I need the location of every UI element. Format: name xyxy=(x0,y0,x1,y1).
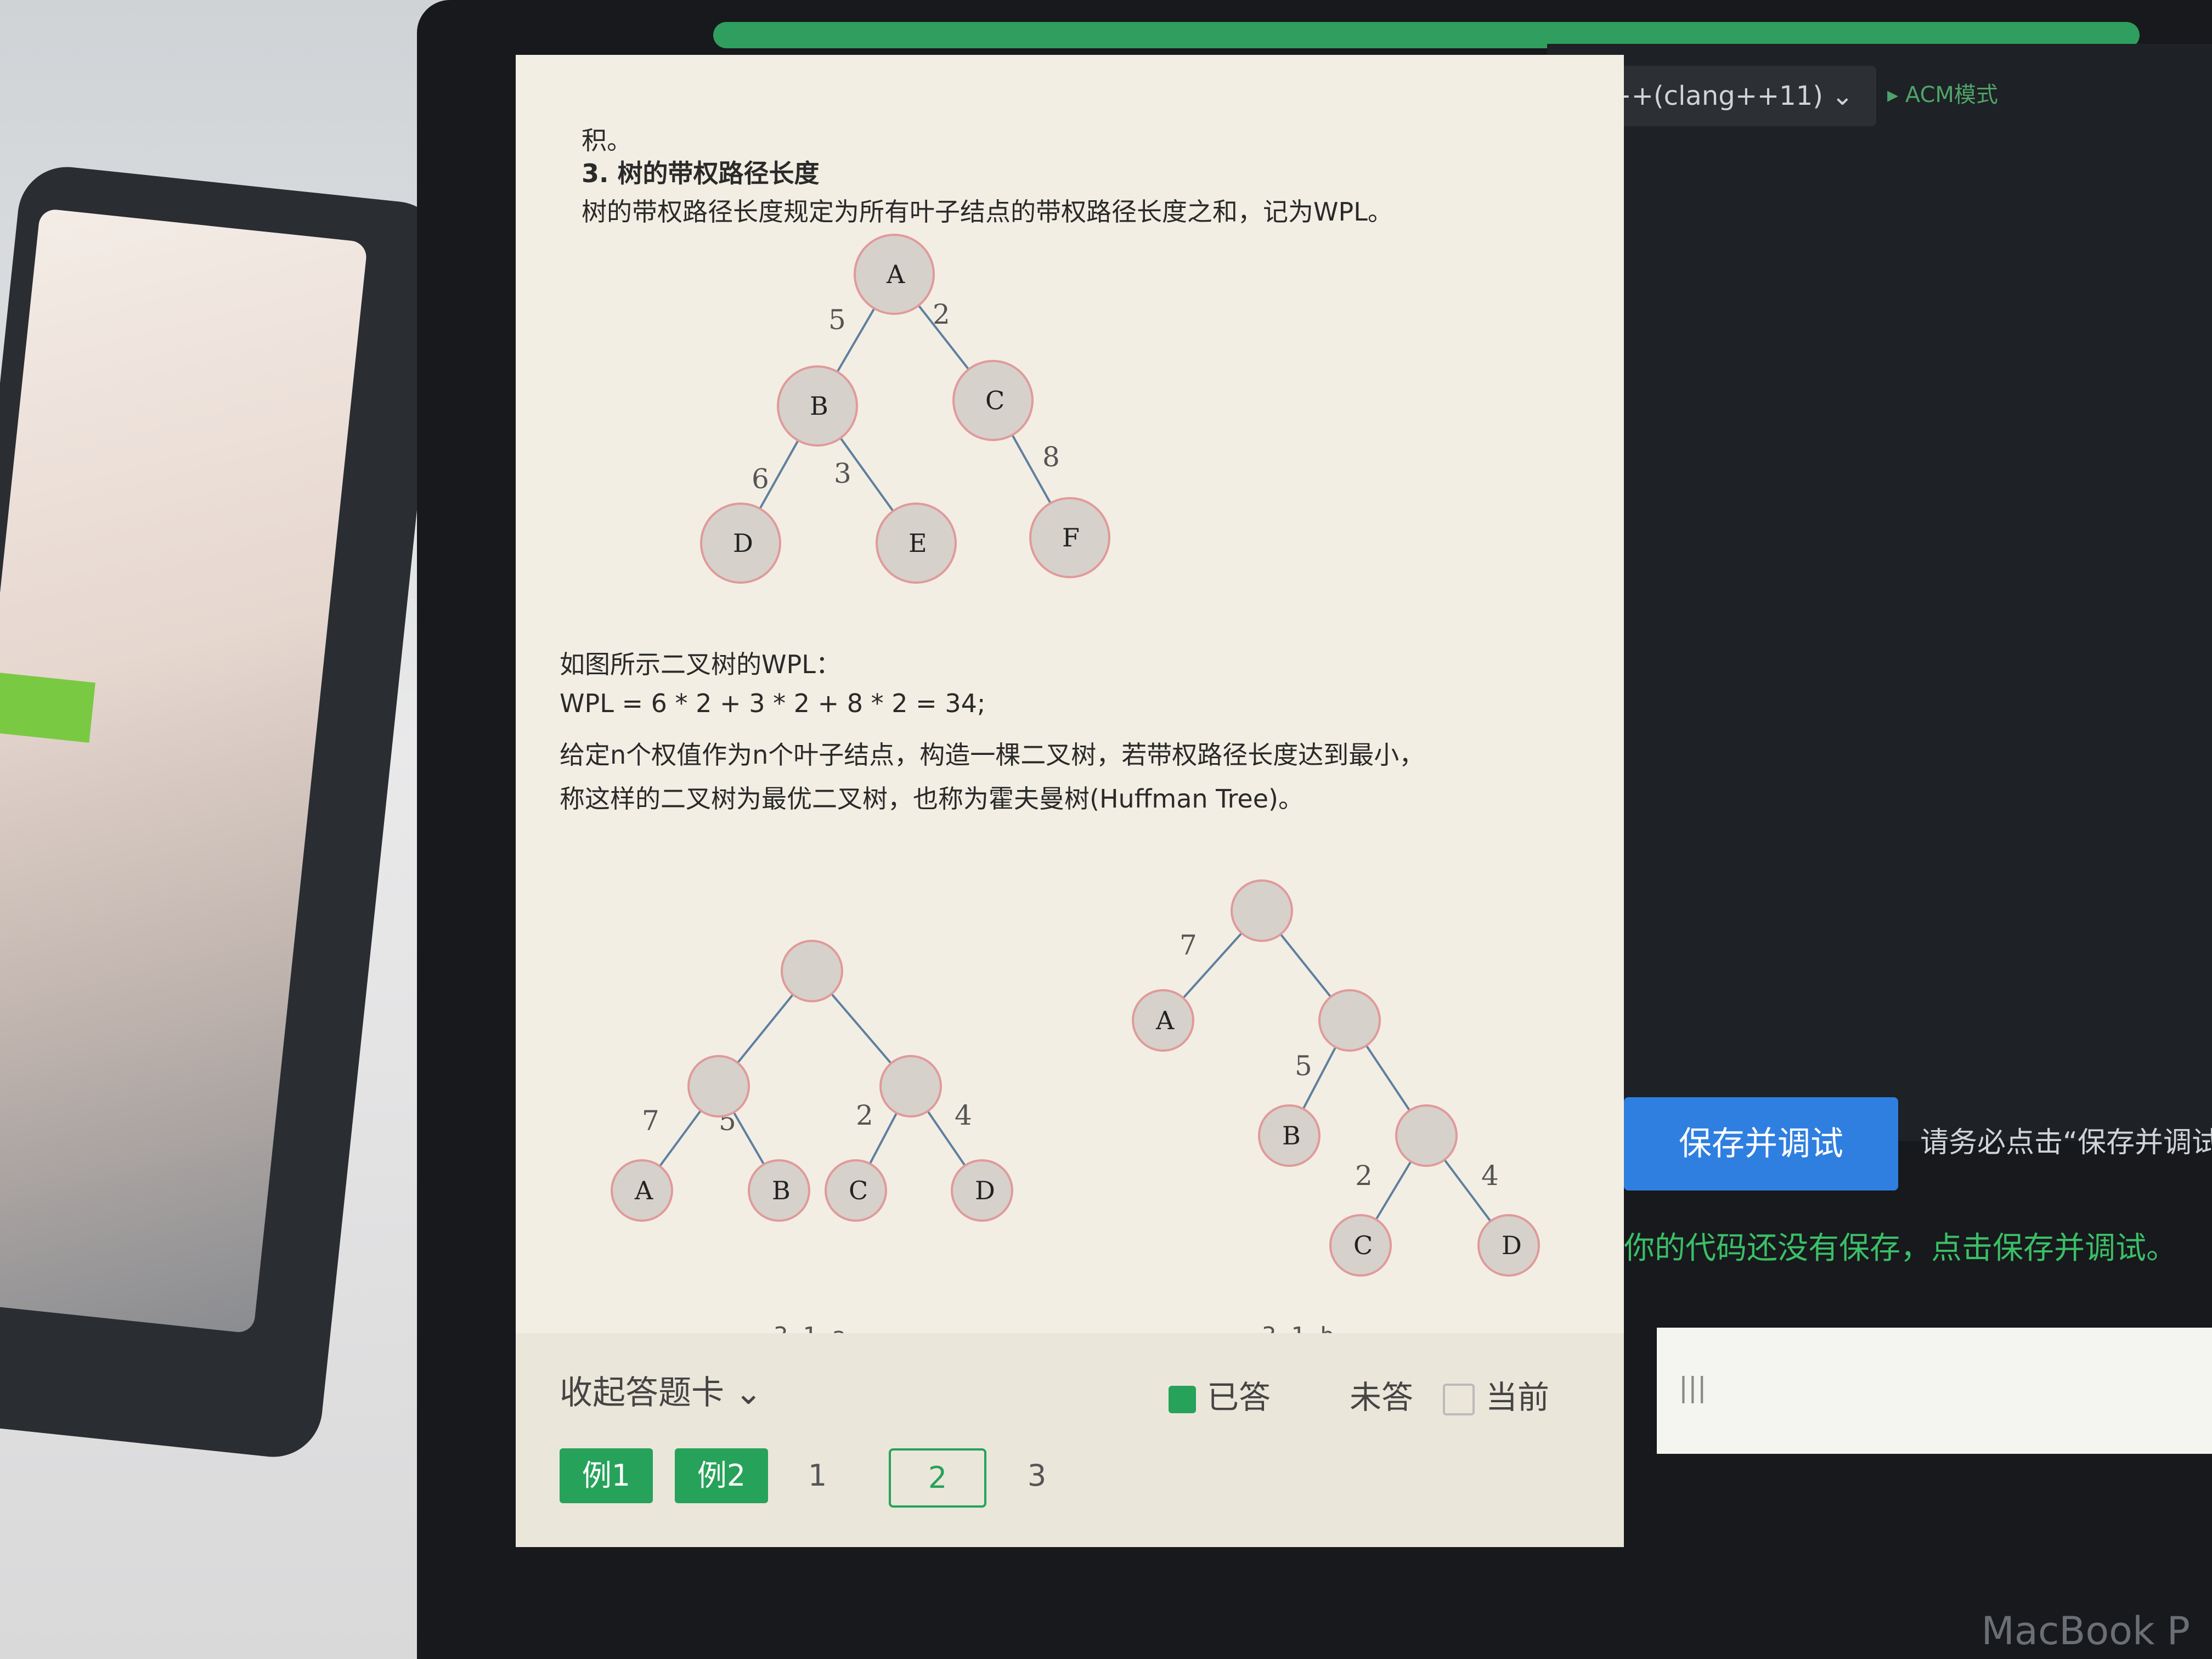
tree-b-leaf-c: C xyxy=(1329,1214,1392,1277)
weight-bd: 6 xyxy=(752,463,769,495)
unsaved-message: 你的代码还没有保存，点击保存并调试。 xyxy=(1624,1231,2177,1266)
section-title: 3. 树的带权路径长度 xyxy=(582,159,820,188)
legend-unanswered: 未答 xyxy=(1350,1372,1413,1418)
weight-leaf-c: 2 xyxy=(856,1099,873,1131)
svg-text:D: D xyxy=(975,1176,995,1205)
svg-text:A: A xyxy=(1155,1006,1175,1035)
tree-node-b: B xyxy=(777,365,858,447)
tree-a-leaf-c: C xyxy=(825,1159,887,1222)
code-editor[interactable] xyxy=(1547,44,2212,1141)
legend-unanswered-label: 未答 xyxy=(1350,1379,1414,1416)
tree-node-d: D xyxy=(700,503,781,584)
weight-b-leaf-b: 5 xyxy=(1295,1050,1312,1082)
legend-current: 当前 xyxy=(1443,1372,1549,1418)
weight-leaf-d: 4 xyxy=(955,1099,972,1131)
tree-b-inner-2 xyxy=(1395,1104,1458,1167)
weight-cf: 8 xyxy=(1042,441,1060,473)
svg-text:D: D xyxy=(733,528,753,558)
answered-swatch xyxy=(1169,1385,1196,1413)
huffman-text-1: 给定n个权值作为n个叶子结点，构造一棵二叉树，若带权路径长度达到最小， xyxy=(560,740,1425,770)
wpl-intro: 如图所示二叉树的WPL： xyxy=(560,650,841,679)
svg-text:B: B xyxy=(772,1176,791,1205)
question-3[interactable]: 3 xyxy=(1015,1448,1059,1503)
mode-indicator: ▸ ACM模式 xyxy=(1887,82,1998,108)
svg-text:F: F xyxy=(1062,523,1080,552)
tree-b-inner-1 xyxy=(1318,989,1381,1052)
wpl-example-tree: 5 2 6 3 8 A B C D E F xyxy=(700,234,1110,584)
svg-text:A: A xyxy=(886,259,905,289)
tablet-screen xyxy=(0,208,368,1334)
huffman-tree-a: 7 5 2 4 A B C D 3.1.a xyxy=(611,940,1013,1350)
tree-a-leaf-b: B xyxy=(748,1159,810,1222)
console-input[interactable]: ||| xyxy=(1657,1328,2212,1454)
tree-a-root xyxy=(781,940,843,1002)
svg-text:E: E xyxy=(909,528,927,558)
top-fragment: 积。 xyxy=(582,126,632,155)
svg-text:B: B xyxy=(1282,1121,1301,1150)
collapse-answer-card-button[interactable]: 收起答题卡 ⌄ xyxy=(560,1366,762,1414)
console-cursor: ||| xyxy=(1679,1372,1707,1403)
tree-a-leaf-d: D xyxy=(951,1159,1013,1222)
current-swatch xyxy=(1443,1383,1475,1415)
huffman-tree-b: 7 5 2 4 A B C D 3.1.b xyxy=(1132,879,1540,1350)
tree-a-leaf-a: A xyxy=(611,1159,673,1222)
svg-text:B: B xyxy=(810,391,828,421)
weight-ac: 2 xyxy=(933,298,950,330)
tree-node-e: E xyxy=(876,503,957,584)
tree-b-leaf-a: A xyxy=(1132,989,1194,1052)
tree-node-a: A xyxy=(854,234,935,315)
tree-node-c: C xyxy=(952,360,1034,441)
weight-ab: 5 xyxy=(828,304,846,336)
wpl-formula: WPL = 6 * 2 + 3 * 2 + 8 * 2 = 34; xyxy=(560,689,986,718)
tablet-green-button xyxy=(0,672,95,743)
weight-b-leaf-a: 7 xyxy=(1180,929,1197,961)
tree-b-leaf-b: B xyxy=(1258,1104,1321,1167)
svg-text:A: A xyxy=(634,1176,653,1205)
tree-node-f: F xyxy=(1029,497,1110,578)
weight-leaf-a: 7 xyxy=(642,1105,659,1137)
svg-text:C: C xyxy=(849,1176,868,1205)
tree-a-right xyxy=(879,1055,942,1118)
definition-text: 树的带权路径长度规定为所有叶子结点的带权路径长度之和，记为WPL。 xyxy=(582,197,1393,227)
save-hint: 请务必点击“保存并调试” xyxy=(1920,1126,2212,1159)
save-and-debug-button[interactable]: 保存并调试 xyxy=(1624,1097,1898,1190)
legend-answered: 已答 xyxy=(1169,1372,1271,1418)
weight-b-leaf-c: 2 xyxy=(1355,1160,1373,1192)
svg-text:C: C xyxy=(985,386,1005,415)
weight-be: 3 xyxy=(834,458,851,489)
legend-answered-label: 已答 xyxy=(1207,1379,1271,1416)
question-example-2[interactable]: 例2 xyxy=(675,1448,768,1503)
tree-b-leaf-d: D xyxy=(1477,1214,1540,1277)
tree-b-root xyxy=(1231,879,1293,942)
laptop-brand: MacBook P xyxy=(1981,1609,2190,1654)
legend-current-label: 当前 xyxy=(1486,1379,1550,1416)
problem-panel: 积。 3. 树的带权路径长度 树的带权路径长度规定为所有叶子结点的带权路径长度之… xyxy=(516,55,1624,1547)
svg-text:D: D xyxy=(1502,1231,1522,1260)
question-1[interactable]: 1 xyxy=(795,1448,839,1503)
weight-b-leaf-d: 4 xyxy=(1481,1160,1499,1192)
huffman-text-2: 称这样的二叉树为最优二叉树，也称为霍夫曼树(Huffman Tree)。 xyxy=(560,784,1304,814)
question-example-1[interactable]: 例1 xyxy=(560,1448,653,1503)
question-2-current[interactable]: 2 xyxy=(889,1448,986,1508)
tree-a-left xyxy=(687,1055,750,1118)
answer-card: 收起答题卡 ⌄ 已答 未答 当前 例1 例2 1 2 3 xyxy=(516,1333,1624,1547)
svg-text:C: C xyxy=(1353,1231,1373,1260)
